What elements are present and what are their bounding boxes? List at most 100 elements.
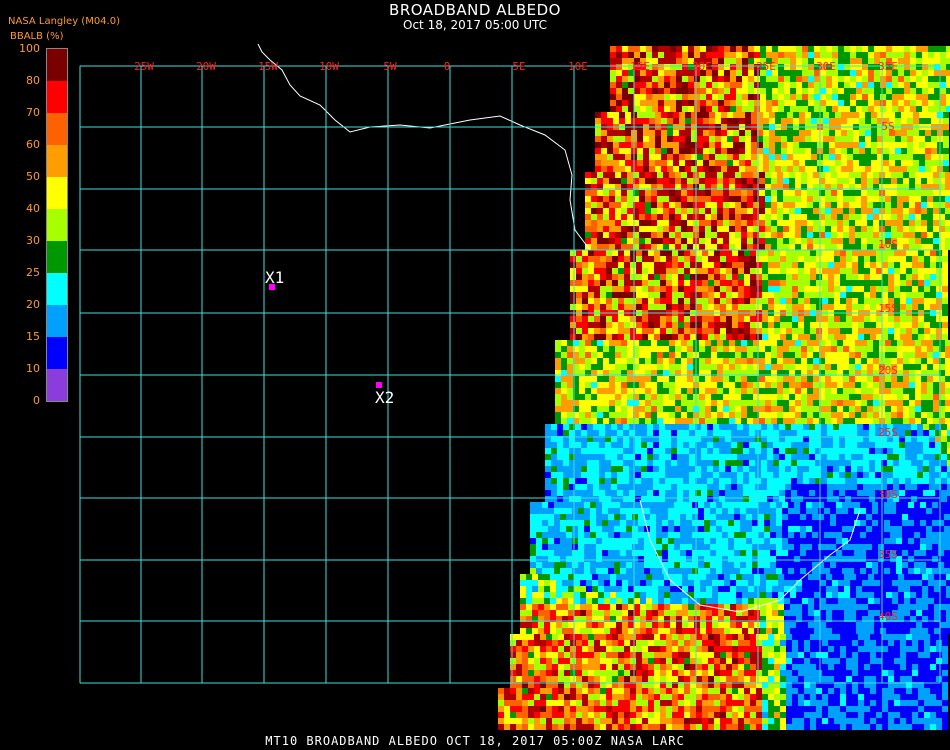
imagery-cell bbox=[797, 442, 803, 448]
imagery-cell bbox=[831, 400, 837, 406]
imagery-cell bbox=[867, 388, 873, 394]
imagery-cell bbox=[919, 112, 925, 118]
imagery-cell bbox=[610, 106, 616, 112]
imagery-cell bbox=[613, 142, 619, 148]
imagery-cell bbox=[618, 280, 624, 286]
imagery-cell bbox=[653, 472, 659, 478]
imagery-cell bbox=[570, 316, 576, 322]
imagery-cell bbox=[555, 388, 561, 394]
imagery-cell bbox=[856, 76, 862, 82]
imagery-cell bbox=[804, 316, 810, 322]
imagery-cell bbox=[576, 256, 582, 262]
imagery-cell bbox=[640, 76, 646, 82]
imagery-cell bbox=[762, 304, 768, 310]
imagery-cell bbox=[910, 58, 916, 64]
imagery-cell bbox=[780, 328, 786, 334]
imagery-cell bbox=[681, 364, 687, 370]
imagery-cell bbox=[898, 58, 904, 64]
imagery-cell bbox=[719, 472, 725, 478]
imagery-cell bbox=[932, 502, 938, 508]
imagery-cell bbox=[828, 292, 834, 298]
imagery-cell bbox=[611, 430, 617, 436]
imagery-cell bbox=[570, 334, 576, 340]
imagery-cell bbox=[903, 376, 909, 382]
imagery-cell bbox=[839, 424, 845, 430]
imagery-cell bbox=[910, 52, 916, 58]
imagery-cell bbox=[671, 478, 677, 484]
imagery-cell bbox=[613, 112, 619, 118]
imagery-cell bbox=[622, 58, 628, 64]
imagery-cell bbox=[787, 154, 793, 160]
imagery-cell bbox=[896, 502, 902, 508]
imagery-cell bbox=[735, 196, 741, 202]
imagery-cell bbox=[708, 334, 714, 340]
imagery-cell bbox=[712, 106, 718, 112]
imagery-cell bbox=[801, 340, 807, 346]
imagery-cell bbox=[570, 262, 576, 268]
imagery-cell bbox=[886, 76, 892, 82]
imagery-cell bbox=[689, 484, 695, 490]
imagery-cell bbox=[752, 514, 758, 520]
imagery-cell bbox=[683, 466, 689, 472]
imagery-cell bbox=[930, 334, 936, 340]
imagery-cell bbox=[748, 106, 754, 112]
imagery-cell bbox=[664, 76, 670, 82]
imagery-cell bbox=[658, 46, 664, 52]
imagery-cell bbox=[796, 94, 802, 100]
imagery-cell bbox=[890, 514, 896, 520]
imagery-cell bbox=[711, 394, 717, 400]
imagery-cell bbox=[880, 106, 886, 112]
imagery-cell bbox=[833, 484, 839, 490]
imagery-cell bbox=[587, 472, 593, 478]
imagery-cell bbox=[837, 178, 843, 184]
imagery-cell bbox=[680, 514, 686, 520]
imagery-cell bbox=[707, 424, 713, 430]
imagery-cell bbox=[615, 364, 621, 370]
imagery-cell bbox=[622, 94, 628, 100]
imagery-cell bbox=[882, 274, 888, 280]
imagery-cell bbox=[859, 142, 865, 148]
imagery-cell bbox=[863, 478, 869, 484]
imagery-cell bbox=[869, 466, 875, 472]
imagery-cell bbox=[804, 268, 810, 274]
imagery-cell bbox=[761, 460, 767, 466]
imagery-cell bbox=[641, 460, 647, 466]
imagery-cell bbox=[774, 328, 780, 334]
imagery-cell bbox=[796, 64, 802, 70]
imagery-cell bbox=[945, 346, 950, 352]
imagery-cell bbox=[783, 364, 789, 370]
imagery-cell bbox=[703, 112, 709, 118]
imagery-cell bbox=[681, 238, 687, 244]
imagery-cell bbox=[942, 262, 948, 268]
imagery-cell bbox=[612, 322, 618, 328]
imagery-cell bbox=[743, 454, 749, 460]
imagery-cell bbox=[936, 322, 942, 328]
imagery-cell bbox=[666, 304, 672, 310]
imagery-cell bbox=[675, 382, 681, 388]
imagery-cell bbox=[779, 472, 785, 478]
imagery-cell bbox=[748, 70, 754, 76]
imagery-cell bbox=[607, 154, 613, 160]
imagery-cell bbox=[687, 232, 693, 238]
imagery-cell bbox=[576, 250, 582, 256]
imagery-cell bbox=[729, 238, 735, 244]
imagery-cell bbox=[570, 268, 576, 274]
imagery-cell bbox=[810, 280, 816, 286]
imagery-cell bbox=[833, 424, 839, 430]
imagery-cell bbox=[802, 94, 808, 100]
imagery-cell bbox=[797, 424, 803, 430]
imagery-cell bbox=[834, 334, 840, 340]
imagery-cell bbox=[898, 88, 904, 94]
imagery-cell bbox=[831, 418, 837, 424]
imagery-cell bbox=[747, 382, 753, 388]
imagery-cell bbox=[621, 244, 627, 250]
imagery-cell bbox=[663, 364, 669, 370]
imagery-cell bbox=[888, 280, 894, 286]
imagery-cell bbox=[904, 52, 910, 58]
imagery-cell bbox=[594, 334, 600, 340]
imagery-cell bbox=[856, 46, 862, 52]
imagery-cell bbox=[603, 172, 609, 178]
imagery-cell bbox=[615, 418, 621, 424]
imagery-cell bbox=[857, 496, 863, 502]
imagery-cell bbox=[931, 118, 937, 124]
